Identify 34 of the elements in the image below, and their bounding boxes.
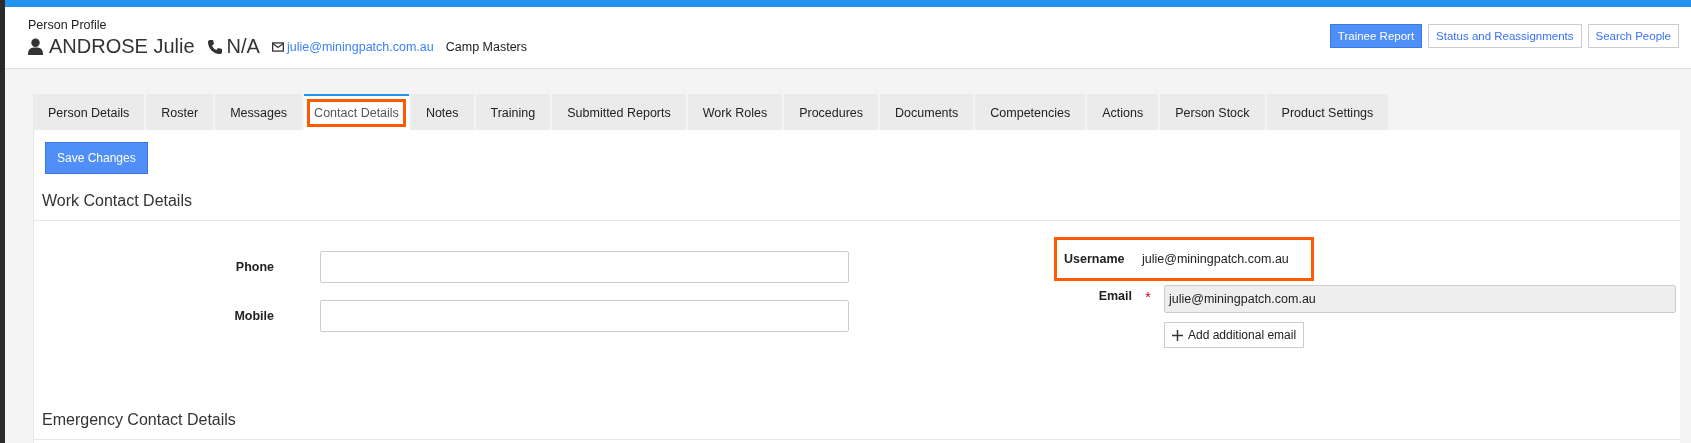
- header-button[interactable]: Search People: [1587, 24, 1679, 48]
- tab[interactable]: Notes: [410, 94, 474, 130]
- field-label: Mobile: [233, 309, 274, 323]
- tab[interactable]: Person Details: [33, 94, 145, 130]
- tab[interactable]: Submitted Reports: [552, 94, 686, 130]
- phone-icon: [206, 38, 223, 55]
- tab[interactable]: Roster: [146, 94, 214, 130]
- section-title: Work Contact Details: [34, 174, 1680, 221]
- page-subtitle: Person Profile: [28, 18, 108, 32]
- tab[interactable]: Actions: [1087, 94, 1159, 130]
- header-button[interactable]: Status and Reassignments: [1428, 24, 1582, 48]
- add-email-button[interactable]: Add additional email: [1164, 322, 1305, 348]
- plus-icon: [1172, 329, 1183, 341]
- tab[interactable]: Training: [475, 94, 551, 130]
- tab[interactable]: Contact Details: [304, 94, 409, 130]
- tab[interactable]: Competencies: [975, 94, 1086, 130]
- phone-number: N/A: [226, 35, 260, 58]
- field-label: Email: [1097, 288, 1132, 305]
- company-name: Camp Masters: [445, 39, 528, 54]
- tab[interactable]: Documents: [880, 94, 974, 130]
- field-label: Phone: [234, 260, 274, 274]
- mail-icon: [271, 41, 284, 52]
- tab[interactable]: Work Roles: [687, 94, 783, 130]
- email-link[interactable]: julie@miningpatch.com.au: [286, 39, 434, 54]
- required-icon: *: [1132, 285, 1164, 348]
- tab[interactable]: Messages: [215, 94, 303, 130]
- tab[interactable]: Person Stock: [1160, 94, 1265, 130]
- tab[interactable]: Product Settings: [1266, 94, 1389, 130]
- username-label: Username: [1064, 252, 1126, 266]
- person-name: ANDROSE Julie: [49, 35, 195, 58]
- section-title: Emergency Contact Details: [34, 397, 1680, 440]
- person-icon: [28, 38, 43, 55]
- tab[interactable]: Procedures: [784, 94, 879, 130]
- username-value: julie@miningpatch.com.au: [1142, 252, 1289, 266]
